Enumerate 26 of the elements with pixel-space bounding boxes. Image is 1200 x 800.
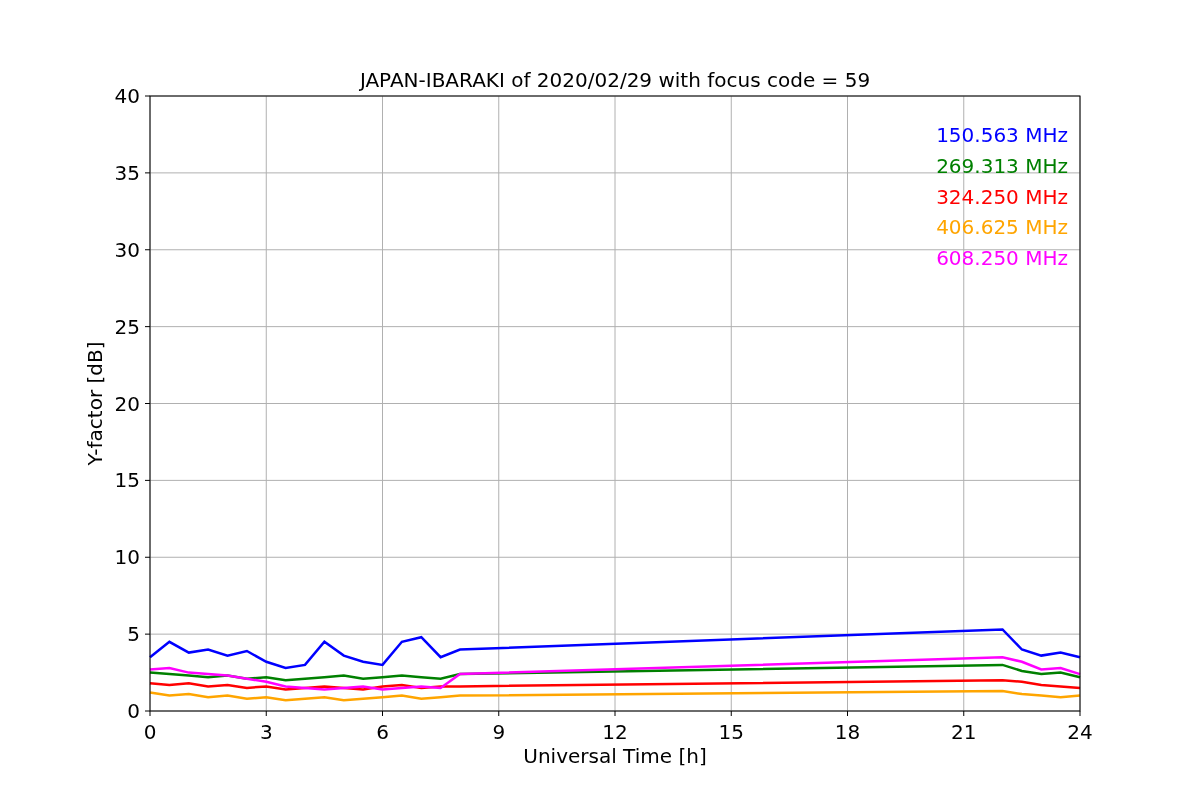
x-tick-label: 12 (602, 720, 628, 744)
legend-label: 406.625 MHz (936, 215, 1068, 240)
x-axis-label: Universal Time [h] (523, 744, 707, 768)
y-tick-label: 25 (114, 314, 140, 339)
legend-label: 608.250 MHz (936, 246, 1068, 271)
x-tick-label: 18 (834, 720, 861, 744)
x-tick-label: 3 (259, 720, 273, 744)
y-tick-label: 0 (127, 699, 140, 723)
legend-label: 150.563 MHz (936, 123, 1068, 147)
x-tick-label: 0 (143, 720, 157, 744)
y-tick-label: 40 (114, 84, 140, 108)
legend-label: 324.250 MHz (936, 184, 1068, 209)
y-axis-label: Y-factor [dB] (83, 341, 107, 466)
y-tick-label: 30 (114, 237, 140, 262)
chart-title: JAPAN-IBARAKI of 2020/02/29 with focus code = 59 (359, 68, 871, 92)
y-tick-label: 10 (114, 545, 140, 570)
x-tick-label: 6 (376, 720, 389, 744)
y-tick-label: 20 (114, 391, 140, 416)
y-tick-label: 35 (114, 160, 140, 185)
y-tick-label: 15 (114, 468, 140, 493)
x-tick-label: 24 (1067, 720, 1093, 744)
y-tick-label: 5 (127, 622, 140, 647)
legend-label: 269.313 MHz (936, 153, 1068, 178)
x-tick-label: 15 (718, 720, 744, 744)
x-tick-label: 9 (492, 720, 506, 744)
x-tick-label: 21 (951, 720, 977, 744)
